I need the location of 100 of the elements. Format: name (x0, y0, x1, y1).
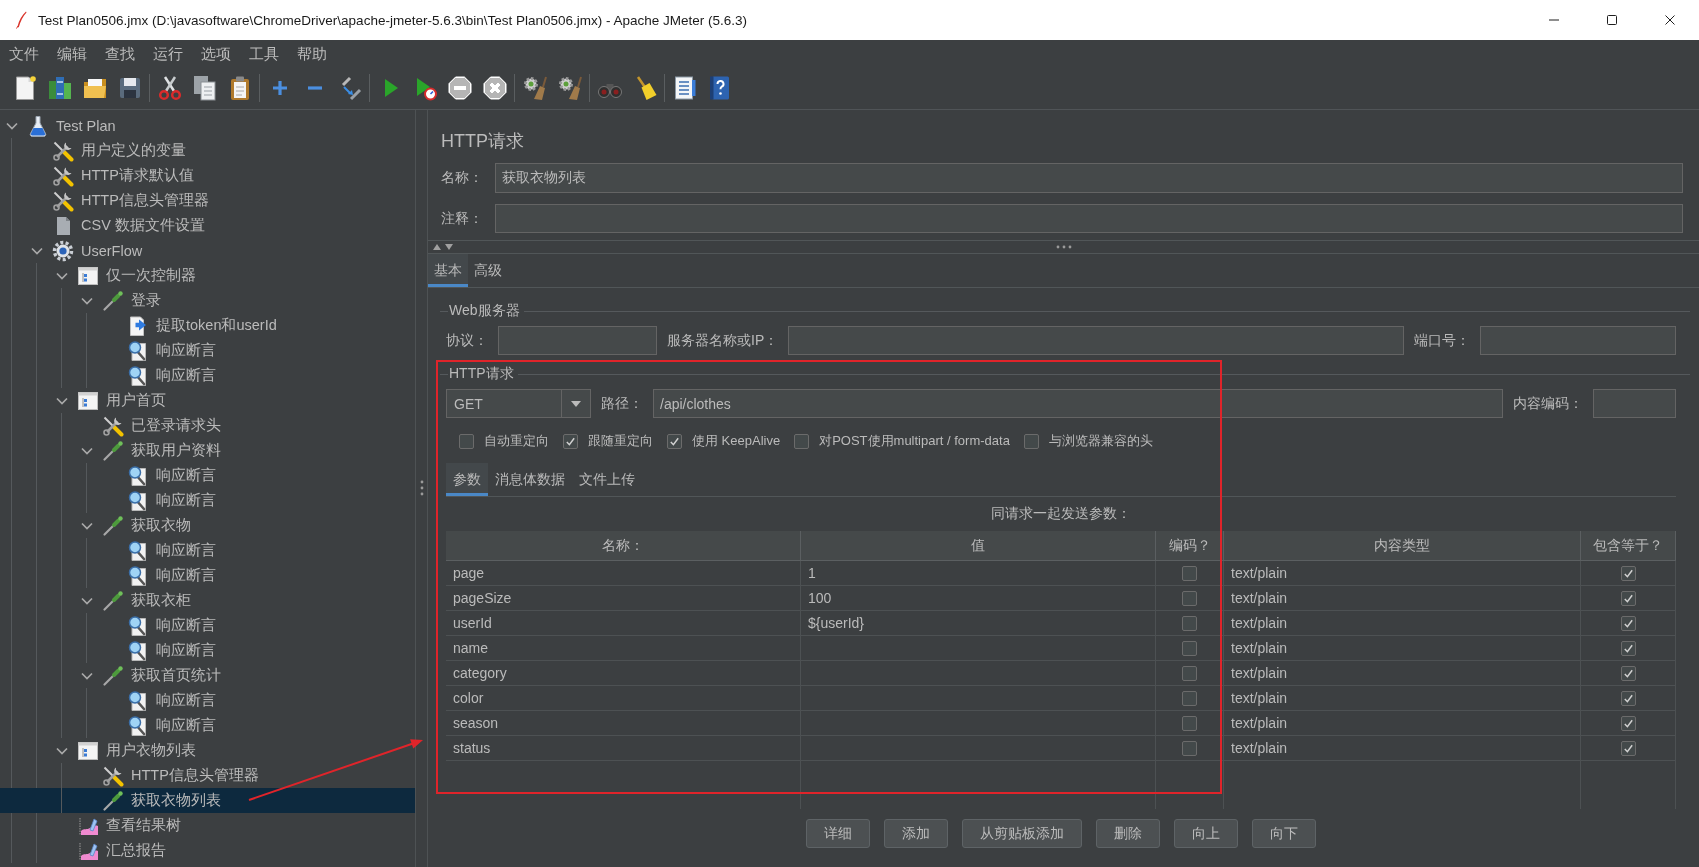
checkbox[interactable] (459, 433, 474, 449)
input-field[interactable] (1480, 326, 1676, 355)
chevron-down-icon[interactable] (81, 671, 93, 680)
tab[interactable]: 文件上传 (572, 463, 642, 496)
tree-item[interactable]: 提取token和userId (0, 313, 415, 338)
tree-item[interactable]: 用户衣物列表 (0, 738, 415, 763)
add-button[interactable]: 添加 (884, 819, 948, 848)
checkbox[interactable] (563, 433, 578, 449)
tree-item[interactable]: 响应断言 (0, 613, 415, 638)
tree-item[interactable]: 响应断言 (0, 688, 415, 713)
checkbox[interactable] (1182, 715, 1197, 731)
menu-item[interactable]: 编辑 (48, 42, 96, 65)
column-header[interactable]: 值 (801, 531, 1156, 561)
grip-icon[interactable] (1055, 245, 1072, 249)
checkbox[interactable] (1620, 715, 1636, 731)
down-arrow-icon[interactable] (445, 244, 453, 250)
checkbox[interactable] (1182, 615, 1197, 631)
tree-item[interactable]: 获取衣物列表 (0, 788, 415, 813)
tree-item[interactable]: 响应断言 (0, 363, 415, 388)
tree-item[interactable]: HTTP请求默认值 (0, 163, 415, 188)
column-header[interactable]: 包含等于？ (1581, 531, 1676, 561)
checkbox[interactable] (1620, 565, 1636, 581)
menu-item[interactable]: 文件 (0, 42, 48, 65)
tree-item[interactable]: HTTP信息头管理器 (0, 763, 415, 788)
up-arrow-icon[interactable] (433, 244, 441, 250)
checkbox[interactable] (1182, 565, 1197, 581)
method-dropdown[interactable]: GET (446, 389, 591, 418)
tree-item[interactable]: Test Plan (0, 113, 415, 138)
column-header[interactable]: 内容类型 (1224, 531, 1581, 561)
grip-icon[interactable] (419, 480, 424, 496)
menu-item[interactable]: 帮助 (288, 42, 336, 65)
tree-item[interactable]: 响应断言 (0, 638, 415, 663)
input-field[interactable] (498, 326, 657, 355)
table-cell: name (446, 636, 801, 661)
tree-item[interactable]: 查看结果树 (0, 813, 415, 838)
tree-item[interactable]: UserFlow (0, 238, 415, 263)
checkbox[interactable] (1182, 740, 1197, 756)
tree-item[interactable]: 响应断言 (0, 713, 415, 738)
delete-button[interactable]: 删除 (1096, 819, 1160, 848)
checkbox[interactable] (1182, 590, 1197, 606)
checkbox[interactable] (1620, 615, 1636, 631)
checkbox[interactable] (1182, 690, 1197, 706)
tree-item[interactable]: 汇总报告 (0, 838, 415, 863)
chevron-down-icon[interactable] (31, 246, 43, 255)
path-field[interactable]: /api/clothes (653, 389, 1503, 418)
column-header[interactable]: 编码？ (1156, 531, 1224, 561)
column-header[interactable]: 名称： (446, 531, 801, 561)
input-field[interactable] (788, 326, 1404, 355)
tab[interactable]: 参数 (446, 463, 488, 496)
tree-item[interactable]: 已登录请求头 (0, 413, 415, 438)
tab[interactable]: 基本 (428, 254, 468, 287)
checkbox[interactable] (1182, 640, 1197, 656)
tree-item[interactable]: 获取衣柜 (0, 588, 415, 613)
chevron-down-icon[interactable] (56, 746, 68, 755)
paste-add-button[interactable]: 从剪贴板添加 (962, 819, 1082, 848)
comment-field[interactable] (495, 204, 1683, 233)
tree-item[interactable]: HTTP信息头管理器 (0, 188, 415, 213)
tree-item[interactable]: 仅一次控制器 (0, 263, 415, 288)
tree-item[interactable]: 响应断言 (0, 563, 415, 588)
move-up-button[interactable]: 向上 (1174, 819, 1238, 848)
encoding-field[interactable] (1593, 389, 1676, 418)
chevron-down-icon[interactable] (81, 596, 93, 605)
tab[interactable]: 高级 (468, 254, 508, 287)
tree-item[interactable]: 响应断言 (0, 538, 415, 563)
chevron-down-icon[interactable] (81, 521, 93, 530)
tree-item[interactable]: 用户定义的变量 (0, 138, 415, 163)
checkbox[interactable] (794, 433, 810, 449)
chevron-down-icon[interactable] (81, 446, 93, 455)
menu-item[interactable]: 工具 (240, 42, 288, 65)
chevron-down-icon[interactable] (56, 396, 68, 405)
checkbox[interactable] (1182, 665, 1197, 681)
menu-item[interactable]: 查找 (96, 42, 144, 65)
checkbox[interactable] (1620, 640, 1636, 656)
tab[interactable]: 消息体数据 (488, 463, 572, 496)
chevron-down-icon[interactable] (81, 296, 93, 305)
menu-item[interactable]: 选项 (192, 42, 240, 65)
name-field[interactable]: 获取衣物列表 (495, 163, 1683, 193)
tree-item[interactable]: 获取衣物 (0, 513, 415, 538)
checkbox[interactable] (1620, 740, 1636, 756)
checkbox[interactable] (1023, 433, 1039, 449)
details-button[interactable]: 详细 (806, 819, 870, 848)
chevron-down-icon[interactable] (6, 121, 18, 130)
tree-item[interactable]: 响应断言 (0, 338, 415, 363)
tree-item[interactable]: 响应断言 (0, 463, 415, 488)
checkbox[interactable] (1620, 590, 1636, 606)
tree-item[interactable]: 响应断言 (0, 488, 415, 513)
chevron-down-icon[interactable] (56, 271, 68, 280)
table-cell: text/plain (1224, 736, 1581, 761)
tree-item[interactable]: CSV 数据文件设置 (0, 213, 415, 238)
group-title: Web服务器 (449, 302, 520, 320)
tree-item[interactable]: 登录 (0, 288, 415, 313)
menu-item[interactable]: 运行 (144, 42, 192, 65)
tree-item[interactable]: 获取用户资料 (0, 438, 415, 463)
tree-item[interactable]: 用户首页 (0, 388, 415, 413)
checkbox[interactable] (1620, 690, 1636, 706)
checkbox[interactable] (1620, 665, 1636, 681)
checkbox[interactable] (667, 433, 682, 449)
move-down-button[interactable]: 向下 (1252, 819, 1316, 848)
tree-item[interactable]: 获取首页统计 (0, 663, 415, 688)
checkbox-label: 自动重定向 (484, 432, 549, 450)
